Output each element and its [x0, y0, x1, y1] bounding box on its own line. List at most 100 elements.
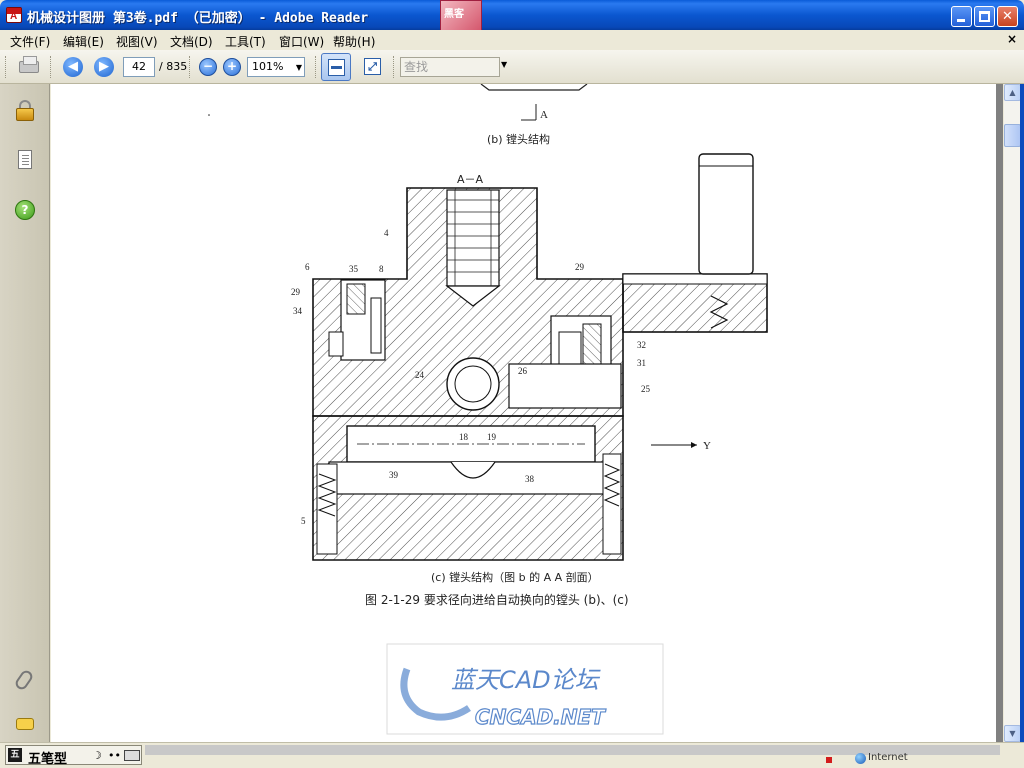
maximize-button[interactable] — [974, 6, 995, 27]
ime-logo-glyph: 五 — [10, 750, 20, 760]
caption-b: (b) 镗头结构 — [487, 132, 550, 146]
ime-logo-icon[interactable]: 五 — [8, 748, 22, 762]
fit-page-button[interactable]: ⤢ — [358, 53, 388, 81]
attachment-icon — [13, 668, 35, 692]
toolbar-grip[interactable] — [50, 56, 53, 78]
caption-c: (c) 镗头结构（图 b 的 A A 剖面） — [431, 570, 599, 584]
print-button[interactable] — [16, 55, 42, 79]
vertical-scrollbar[interactable]: ▲ ▼ — [1003, 84, 1021, 742]
minimize-button[interactable] — [951, 6, 972, 27]
menu-file[interactable]: 文件(F) — [10, 33, 50, 50]
technical-drawing: A (b) 镗头结构 A－A Y 4 6 35 8 29 34 29 32 31… — [208, 84, 768, 735]
zoom-out-button[interactable]: − — [199, 58, 217, 76]
help-button[interactable]: ? — [13, 198, 37, 222]
callout-label: 18 — [459, 432, 469, 442]
callout-label: 35 — [349, 264, 359, 274]
half-width-icon[interactable]: ☽ — [92, 749, 102, 762]
fit-width-button[interactable] — [321, 53, 351, 81]
ime-mode-label[interactable]: 五笔型 — [28, 748, 67, 767]
arrow-right-icon: ▶ — [94, 57, 114, 77]
callout-label: 4 — [384, 228, 389, 238]
close-button[interactable]: ✕ — [997, 6, 1018, 27]
page-total: / 835 — [159, 60, 188, 73]
print-icon — [19, 56, 39, 73]
right-arm-rail — [622, 273, 768, 285]
menu-edit[interactable]: 编辑(E) — [63, 33, 104, 50]
toolbar-grip[interactable] — [5, 56, 8, 78]
maximize-icon — [979, 11, 990, 22]
menu-document[interactable]: 文档(D) — [170, 33, 213, 50]
comments-icon — [16, 718, 34, 730]
callout-label: 29 — [575, 262, 585, 272]
menu-window[interactable]: 窗口(W) — [279, 33, 324, 50]
callout-label: 34 — [293, 306, 303, 316]
toolbar-grip[interactable] — [393, 56, 396, 78]
document-view[interactable]: A (b) 镗头结构 A－A Y 4 6 35 8 29 34 29 32 31… — [51, 84, 1003, 742]
menu-help[interactable]: 帮助(H) — [333, 33, 375, 50]
attachments-button[interactable] — [13, 668, 37, 692]
previous-page-button[interactable]: ◀ — [61, 55, 87, 79]
next-page-button[interactable]: ▶ — [92, 55, 118, 79]
callout-label: 32 — [637, 340, 646, 350]
adobe-reader-icon[interactable] — [6, 7, 22, 23]
ime-toolbar[interactable]: 五 五笔型 ☽ •• — [5, 745, 142, 767]
hacker-logo-text: 黑客 — [444, 9, 464, 20]
top-right-block — [698, 153, 754, 275]
menu-view[interactable]: 视图(V) — [116, 33, 158, 50]
arrow-left-icon: ◀ — [63, 57, 83, 77]
pages-icon — [18, 150, 32, 169]
arrow-y-label: Y — [703, 440, 711, 452]
zoom-in-button[interactable]: + — [223, 58, 241, 76]
y-arrow-head — [691, 442, 697, 448]
scroll-up-button[interactable]: ▲ — [1004, 84, 1021, 101]
zoom-out-icon: − — [202, 59, 214, 73]
lock-icon-body — [16, 108, 34, 121]
callout-label: 26 — [518, 366, 528, 376]
fit-width-icon — [328, 59, 345, 76]
watermark-cn: 蓝天CAD论坛 — [451, 666, 602, 694]
document-close-button[interactable]: × — [1004, 32, 1020, 47]
keyboard-icon[interactable] — [124, 750, 140, 761]
zoom-in-icon: + — [226, 59, 238, 73]
page-margin — [996, 84, 1003, 742]
page-number-input[interactable]: 42 — [123, 57, 155, 77]
security-button[interactable] — [13, 98, 37, 122]
help-icon: ? — [15, 200, 35, 220]
window-frame-right — [1020, 84, 1024, 768]
fit-page-icon: ⤢ — [364, 58, 381, 75]
callout-label: 31 — [637, 358, 646, 368]
minimize-icon — [957, 19, 965, 22]
comments-button[interactable] — [13, 712, 37, 736]
callout-label: 38 — [525, 474, 535, 484]
chevron-down-icon: ▼ — [1009, 729, 1016, 738]
search-dropdown-icon[interactable]: ▼ — [501, 60, 507, 69]
scrollbar-thumb[interactable] — [1004, 124, 1021, 147]
internet-zone-label: Internet — [868, 752, 908, 763]
callout-label: 39 — [389, 470, 399, 480]
punctuation-icon[interactable]: •• — [108, 749, 121, 762]
arrow-left-glyph: ◀ — [68, 59, 78, 74]
toolbar: ◀ ▶ 42 / 835 − + 101% ▼ ⤢ 查找 ▼ — [0, 50, 1024, 84]
pdf-page: A (b) 镗头结构 A－A Y 4 6 35 8 29 34 29 32 31… — [51, 84, 996, 742]
title-bar: 机械设计图册 第3卷.pdf （已加密） - Adobe Reader 黑客 ✕ — [0, 0, 1024, 42]
zoom-level-select[interactable]: 101% ▼ — [247, 57, 305, 77]
fit-page-glyph: ⤢ — [368, 60, 377, 73]
figure-caption: 图 2-1-29 要求径向进给自动换向的镗头 (b)、(c) — [365, 592, 629, 607]
status-indicator-icon — [826, 757, 832, 763]
search-input[interactable]: 查找 — [400, 57, 500, 77]
left-screw — [328, 331, 344, 357]
right-spring-pocket — [602, 453, 622, 555]
callout-label: 25 — [641, 384, 651, 394]
toolbar-grip[interactable] — [189, 56, 192, 78]
scroll-down-button[interactable]: ▼ — [1004, 725, 1021, 742]
menu-tools[interactable]: 工具(T) — [225, 33, 266, 50]
callout-label: 6 — [305, 262, 310, 272]
help-glyph: ? — [21, 203, 29, 217]
stray-dot — [208, 114, 210, 116]
callout-label: 19 — [487, 432, 497, 442]
pages-button[interactable] — [13, 148, 37, 172]
left-slide — [370, 297, 382, 354]
toolbar-grip[interactable] — [315, 56, 318, 78]
left-pin — [346, 283, 366, 315]
callout-label: 5 — [301, 516, 306, 526]
